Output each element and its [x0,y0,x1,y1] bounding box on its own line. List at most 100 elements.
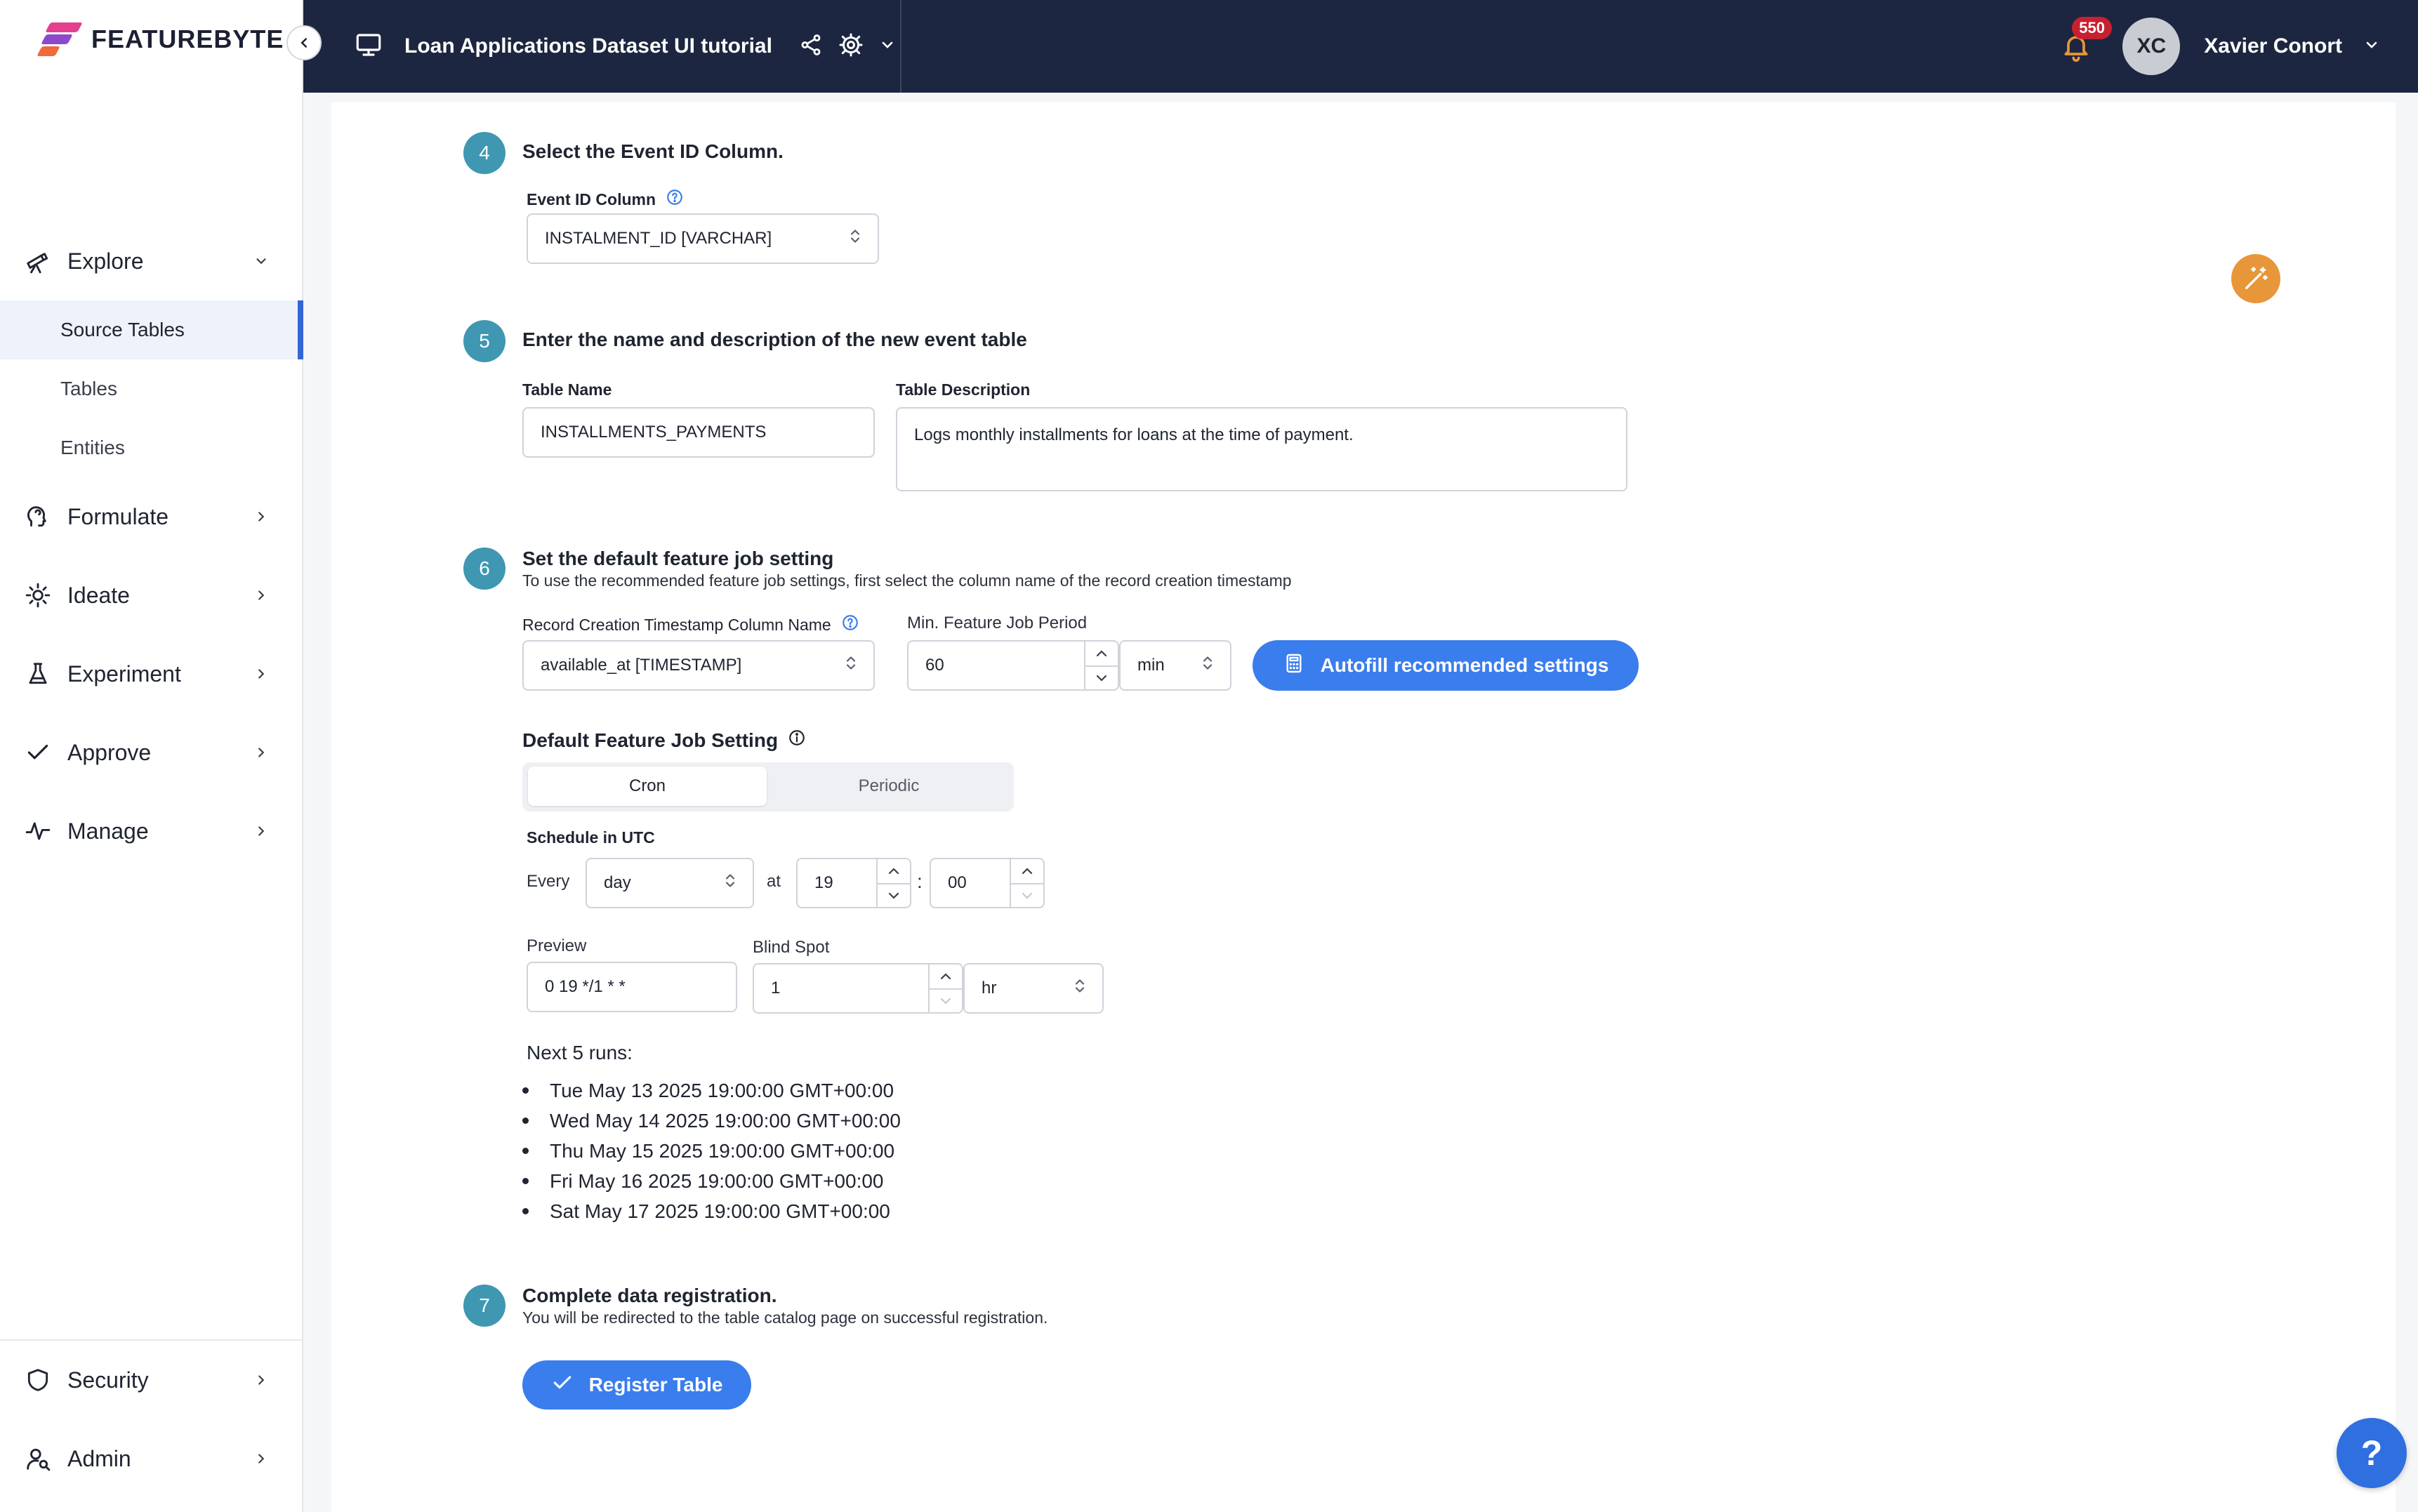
sidebar-item-label: Security [67,1367,149,1393]
chevron-down-icon[interactable] [879,37,896,57]
record-timestamp-label-text: Record Creation Timestamp Column Name [522,615,831,634]
featurebyte-logo-icon [37,20,83,59]
minute-stepper [1010,859,1043,907]
default-setting-heading: Default Feature Job Setting [522,729,806,752]
hour-value: 19 [814,873,833,892]
increment-button[interactable] [1011,859,1043,883]
sidebar-item-security[interactable]: Security [0,1351,303,1410]
top-bar: Loan Applications Dataset UI tutorial 55… [303,0,2418,93]
increment-button[interactable] [1085,642,1118,665]
sidebar-item-label: Admin [67,1445,131,1471]
sidebar-item-label: Experiment [67,661,181,687]
sort-arrows-icon [848,227,862,251]
step-7-title: Complete data registration. [522,1285,777,1306]
sidebar-item-label: Formulate [67,503,169,529]
event-id-select[interactable]: INSTALMENT_ID [VARCHAR] [527,213,879,264]
sidebar-item-ideate[interactable]: Ideate [0,566,303,625]
magic-wand-button[interactable] [2231,254,2280,303]
minute-value: 00 [948,873,967,892]
step-4-badge: 4 [463,132,506,174]
logo-text: FEATUREBYTE [91,25,284,53]
sidebar-item-label: Explore [67,248,144,274]
decrement-button[interactable] [1085,665,1118,689]
table-description-input[interactable]: Logs monthly installments for loans at t… [896,407,1627,491]
min-period-input[interactable]: 60 [907,640,1119,691]
sidebar-item-approve[interactable]: Approve [0,723,303,782]
check-icon [551,1372,574,1399]
sidebar-item-tables[interactable]: Tables [0,359,303,418]
sidebar-item-admin[interactable]: Admin [0,1429,303,1488]
sidebar-item-formulate[interactable]: Formulate [0,487,303,546]
frequency-value: day [604,873,631,892]
collapse-sidebar-button[interactable] [286,25,322,60]
record-timestamp-select[interactable]: available_at [TIMESTAMP] [522,640,875,691]
decrement-button[interactable] [1011,883,1043,907]
step-7-badge: 7 [463,1285,506,1327]
blind-spot-input[interactable]: 1 [753,963,963,1014]
chevron-left-icon [300,38,308,48]
min-period-unit-select[interactable]: min [1119,640,1231,691]
list-item: Fri May 16 2025 19:00:00 GMT+00:00 [522,1166,901,1196]
decrement-button[interactable] [878,883,910,907]
frequency-select[interactable]: day [586,858,754,908]
list-item: Wed May 14 2025 19:00:00 GMT+00:00 [522,1106,901,1136]
step-6-subtitle: To use the recommended feature job setti… [522,571,1292,590]
next-runs-list: Tue May 13 2025 19:00:00 GMT+00:00 Wed M… [522,1075,901,1226]
decrement-button[interactable] [930,988,962,1012]
min-period-label: Min. Feature Job Period [907,614,1088,632]
sidebar-item-manage[interactable]: Manage [0,802,303,861]
gear-icon[interactable] [838,32,864,61]
chevron-down-icon[interactable] [2363,37,2380,57]
blind-spot-unit-value: hr [982,979,997,997]
head-icon [24,503,52,531]
every-label: Every [527,872,570,891]
help-button[interactable]: ? [2337,1418,2407,1488]
sort-arrows-icon [1073,977,1087,1000]
tab-periodic[interactable]: Periodic [769,767,1008,806]
sidebar-item-experiment[interactable]: Experiment [0,644,303,703]
help-circle-icon[interactable] [666,188,684,211]
info-icon[interactable] [788,729,806,752]
list-item: Sat May 17 2025 19:00:00 GMT+00:00 [522,1196,901,1226]
chevron-right-icon [247,745,275,760]
minute-input[interactable]: 00 [930,858,1045,908]
step-7-subtitle: You will be redirected to the table cata… [522,1308,1048,1327]
default-setting-label: Default Feature Job Setting [522,729,779,751]
notification-count-badge: 550 [2072,17,2112,39]
hour-input[interactable]: 19 [796,858,911,908]
magic-wand-icon [2245,267,2268,289]
catalog-selector[interactable]: Loan Applications Dataset UI tutorial [303,0,901,93]
help-circle-icon[interactable] [841,614,859,636]
step-5-badge: 5 [463,320,506,362]
blind-spot-label: Blind Spot [753,938,830,957]
sidebar-item-explore[interactable]: Explore [0,232,303,291]
table-name-input[interactable]: INSTALLMENTS_PAYMENTS [522,407,875,458]
user-name[interactable]: Xavier Conort [2204,34,2342,58]
autofill-button[interactable]: Autofill recommended settings [1253,640,1639,691]
logo[interactable]: FEATUREBYTE [37,20,284,59]
share-icon[interactable] [799,33,823,60]
schedule-label: Schedule in UTC [527,828,655,847]
min-period-unit-value: min [1137,656,1165,675]
chevron-right-icon [247,1372,275,1388]
blind-spot-unit-select[interactable]: hr [963,963,1104,1014]
step-6-badge: 6 [463,548,506,590]
avatar[interactable]: XC [2122,18,2181,75]
register-table-button[interactable]: Register Table [522,1360,751,1410]
user-area: 550 XC Xavier Conort [2056,0,2418,93]
list-item: Thu May 15 2025 19:00:00 GMT+00:00 [522,1136,901,1166]
table-name-value: INSTALLMENTS_PAYMENTS [541,423,767,442]
sidebar-item-entities[interactable]: Entities [0,418,303,477]
hour-stepper [876,859,910,907]
table-description-label: Table Description [896,380,1031,399]
notifications-button[interactable]: 550 [2056,17,2112,66]
increment-button[interactable] [930,964,962,988]
sidebar-item-source-tables[interactable]: Source Tables [0,300,303,359]
preview-input[interactable]: 0 19 */1 * * [527,962,737,1012]
step-4-title: Select the Event ID Column. [522,140,784,162]
telescope-icon [24,247,52,275]
tab-cron[interactable]: Cron [528,767,767,806]
increment-button[interactable] [878,859,910,883]
monitor-icon [354,30,383,63]
next-runs-label: Next 5 runs: [527,1042,633,1063]
